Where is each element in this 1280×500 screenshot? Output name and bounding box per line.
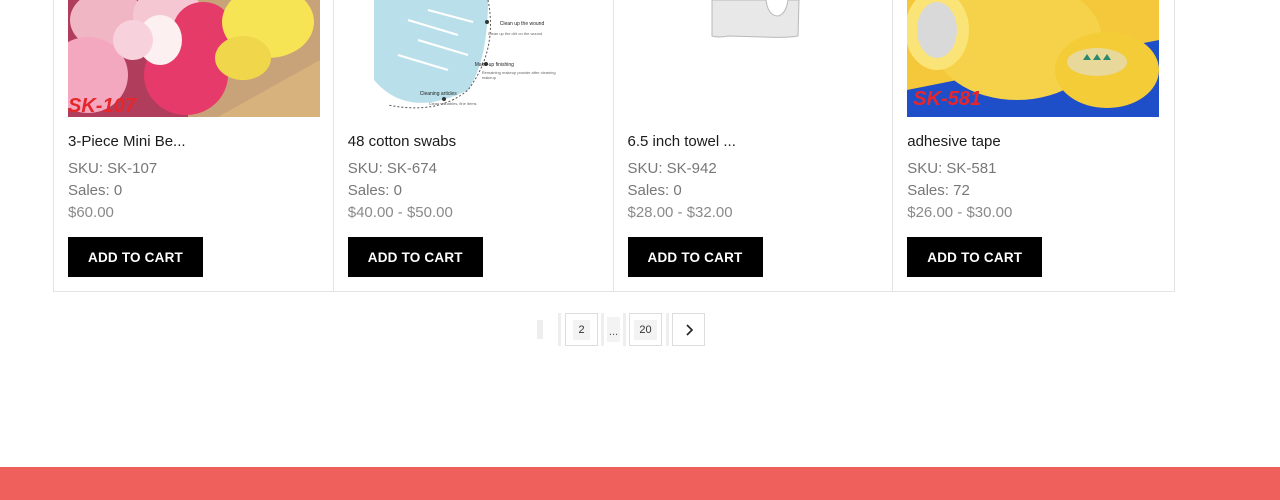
- product-sku: SKU: SK-107: [68, 160, 158, 177]
- product-title[interactable]: adhesive tape: [907, 133, 1000, 150]
- image-caption: Remaining makeup powder after cleaning m…: [481, 70, 556, 80]
- product-image[interactable]: [627, 0, 880, 117]
- product-price: $40.00 - $50.00: [347, 204, 453, 221]
- product-price: $26.00 - $30.00: [907, 204, 1013, 221]
- pagination-divider: [558, 313, 561, 346]
- pagination-divider: [601, 313, 604, 346]
- pagination-ellipsis: ...: [607, 317, 620, 342]
- page-link-20[interactable]: 20: [629, 313, 662, 346]
- product-image[interactable]: Clean up the wound Clean up the dirt on …: [347, 0, 600, 117]
- product-sku: SKU: SK-581: [907, 160, 997, 177]
- image-caption: Clean up the dirt on the wound: [487, 31, 543, 36]
- product-sales: Sales: 72: [907, 182, 970, 199]
- pagination-divider: [623, 313, 626, 346]
- image-sku-label: SK-107: [68, 95, 136, 117]
- product-card: Clean up the wound Clean up the dirt on …: [334, 0, 614, 291]
- image-caption: Make-up finishing: [474, 62, 514, 68]
- product-sales: Sales: 0: [627, 182, 682, 199]
- product-card: SK-581 adhesive tape SKU: SK-581 Sales: …: [893, 0, 1174, 291]
- add-to-cart-button[interactable]: ADD TO CART: [68, 237, 203, 277]
- pagination-prev-stub[interactable]: [537, 320, 543, 339]
- image-caption: Cleaning articles: [419, 91, 457, 97]
- towel-icon: [711, 0, 800, 38]
- add-to-cart-button[interactable]: ADD TO CART: [907, 237, 1043, 277]
- product-image[interactable]: SK-107: [68, 0, 320, 117]
- image-caption: Clean valuables, fine items: [428, 101, 477, 106]
- product-title[interactable]: 48 cotton swabs: [348, 133, 456, 150]
- chevron-right-icon: [685, 323, 693, 336]
- footer-bar: [0, 467, 1280, 500]
- product-sales: Sales: 0: [68, 182, 123, 199]
- pagination: 2 ... 20: [0, 313, 1280, 346]
- page-link-2[interactable]: 2: [565, 313, 598, 346]
- image-sku-label: SK-581: [913, 88, 982, 110]
- product-grid: SK-107 3-Piece Mini Be... SKU: SK-107 Sa…: [53, 0, 1175, 292]
- product-card: 6.5 inch towel ... SKU: SK-942 Sales: 0 …: [614, 0, 894, 291]
- product-price: $60.00: [68, 204, 114, 221]
- add-to-cart-button[interactable]: ADD TO CART: [627, 237, 763, 277]
- pagination-divider: [666, 313, 669, 346]
- product-price: $28.00 - $32.00: [627, 204, 733, 221]
- add-to-cart-button[interactable]: ADD TO CART: [347, 237, 483, 277]
- product-sku: SKU: SK-942: [627, 160, 717, 177]
- product-card: SK-107 3-Piece Mini Be... SKU: SK-107 Sa…: [54, 0, 334, 291]
- image-caption: Clean up the wound: [499, 21, 545, 27]
- product-sales: Sales: 0: [347, 182, 402, 199]
- product-title[interactable]: 6.5 inch towel ...: [628, 133, 736, 150]
- product-sku: SKU: SK-674: [347, 160, 437, 177]
- product-image[interactable]: SK-581: [907, 0, 1160, 117]
- product-title[interactable]: 3-Piece Mini Be...: [68, 133, 186, 150]
- next-page-button[interactable]: [672, 313, 705, 346]
